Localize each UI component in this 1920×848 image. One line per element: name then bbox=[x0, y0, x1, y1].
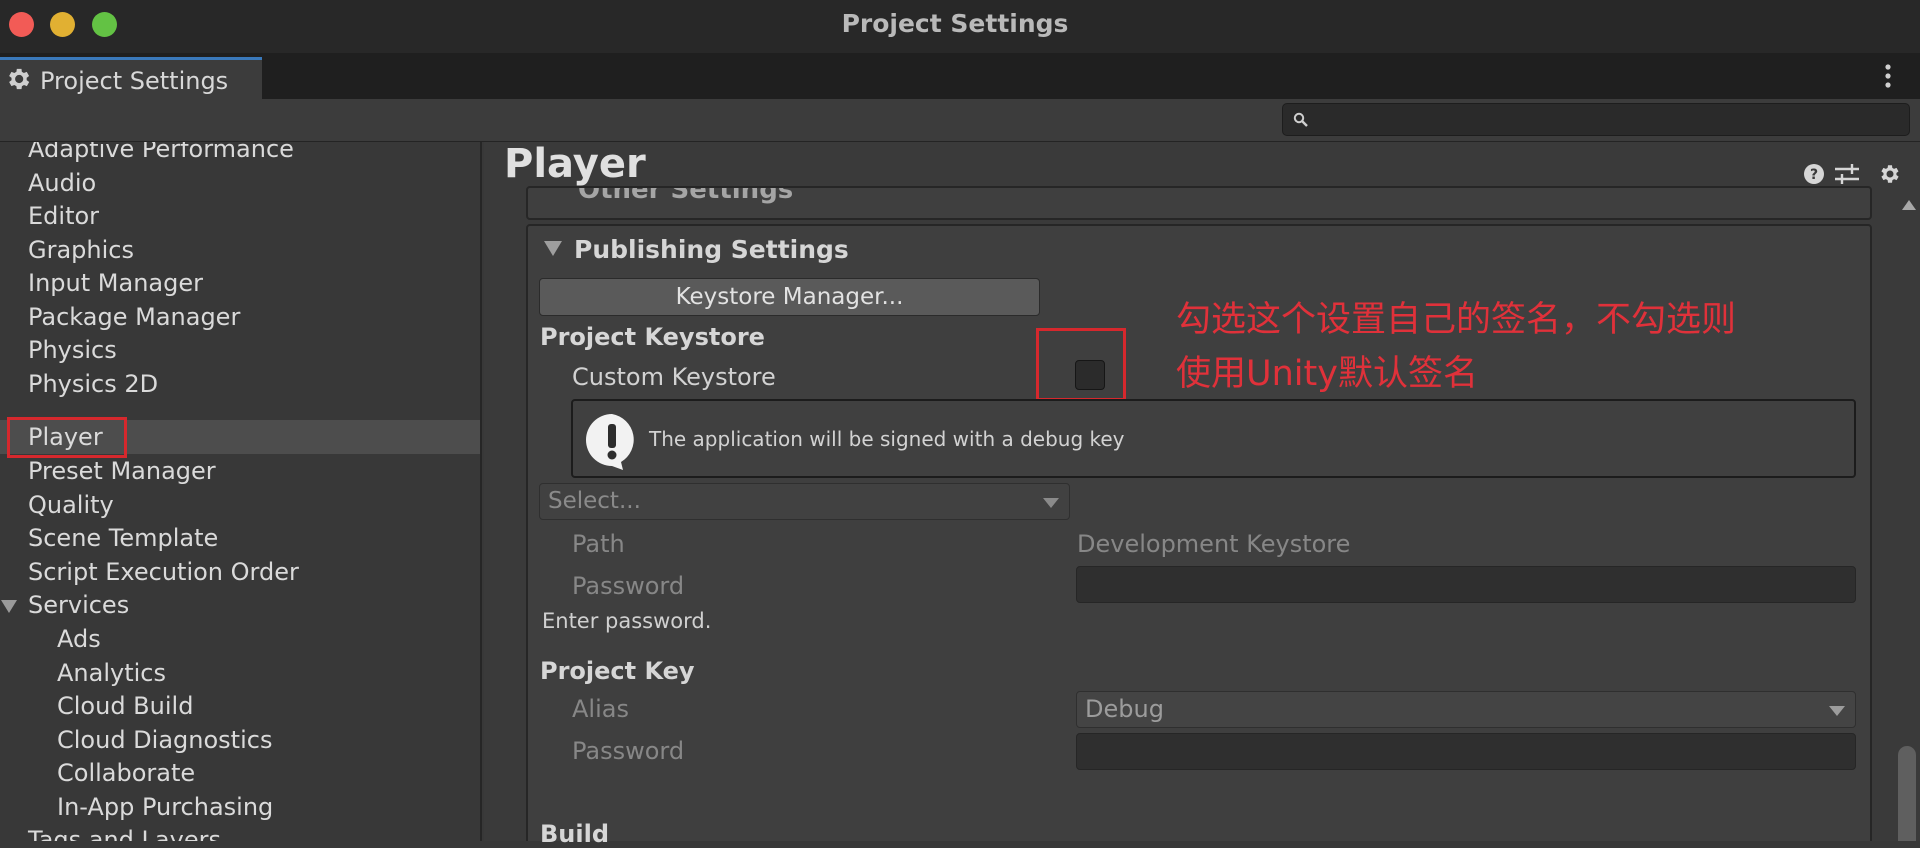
tab-bar: Project Settings bbox=[0, 53, 1920, 99]
sidebar-item-tags-and-layers[interactable]: Tags and Layers bbox=[0, 823, 480, 841]
password-hint: Enter password. bbox=[542, 609, 712, 633]
sidebar-item-label: Graphics bbox=[28, 236, 134, 264]
annotation-line-2: 使用Unity默认签名 bbox=[1176, 354, 1478, 394]
sidebar-item-label: Preset Manager bbox=[28, 457, 216, 485]
warning-info-icon bbox=[586, 414, 634, 470]
sidebar-item-adaptive-performance[interactable]: Adaptive Performance bbox=[0, 142, 480, 166]
gear-icon bbox=[9, 68, 30, 90]
sidebar-item-graphics[interactable]: Graphics bbox=[0, 233, 480, 267]
alias-label: Alias bbox=[572, 695, 629, 723]
sidebar-item-package-manager[interactable]: Package Manager bbox=[0, 300, 480, 334]
keystore-manager-button[interactable]: Keystore Manager... bbox=[539, 278, 1040, 316]
sidebar-item-preset-manager[interactable]: Preset Manager bbox=[0, 454, 480, 488]
sidebar-item-physics-2d[interactable]: Physics 2D bbox=[0, 367, 480, 401]
path-value: Development Keystore bbox=[1077, 530, 1351, 558]
sidebar-item-services[interactable]: Services bbox=[0, 588, 480, 622]
presets-icon[interactable] bbox=[1835, 164, 1859, 184]
sidebar-item-cloud-diagnostics[interactable]: Cloud Diagnostics bbox=[0, 723, 480, 757]
keystore-select-dropdown[interactable]: Select... bbox=[539, 483, 1070, 520]
scroll-up-arrow-icon[interactable] bbox=[1902, 200, 1916, 210]
custom-keystore-label: Custom Keystore bbox=[572, 363, 776, 391]
settings-icon[interactable] bbox=[1881, 165, 1899, 183]
sidebar-item-label: Adaptive Performance bbox=[28, 142, 294, 163]
sidebar-item-label: Collaborate bbox=[57, 759, 196, 787]
scrollbar-thumb[interactable] bbox=[1898, 746, 1916, 841]
svg-text:?: ? bbox=[1810, 167, 1818, 183]
sidebar-item-label: Package Manager bbox=[28, 303, 241, 331]
sidebar-item-label: Services bbox=[28, 591, 130, 619]
sidebar-item-label: Editor bbox=[28, 202, 100, 230]
sidebar-item-label: Ads bbox=[57, 625, 101, 653]
sidebar-item-input-manager[interactable]: Input Manager bbox=[0, 266, 480, 300]
key-password-field[interactable] bbox=[1076, 733, 1856, 770]
sidebar-item-label: Physics bbox=[28, 336, 117, 364]
sidebar-item-label: Cloud Build bbox=[57, 692, 194, 720]
build-heading: Build bbox=[540, 820, 610, 848]
sidebar-item-label: Scene Template bbox=[28, 524, 219, 552]
sidebar-item-label: Analytics bbox=[57, 659, 166, 687]
alias-value: Debug bbox=[1085, 695, 1164, 723]
project-key-heading: Project Key bbox=[540, 657, 695, 685]
help-icon[interactable]: ? bbox=[1804, 164, 1824, 184]
search-icon bbox=[1293, 112, 1308, 127]
keystore-password-field[interactable] bbox=[1076, 566, 1856, 603]
title-bar: Project Settings bbox=[0, 0, 1920, 53]
dropdown-arrow-icon bbox=[1829, 706, 1845, 716]
window-title: Project Settings bbox=[841, 9, 1069, 38]
sidebar-item-script-execution-order[interactable]: Script Execution Order bbox=[0, 555, 480, 589]
key-password-label: Password bbox=[572, 737, 685, 765]
highlight-box-checkbox bbox=[1036, 328, 1126, 401]
sidebar-item-editor[interactable]: Editor bbox=[0, 199, 480, 233]
sidebar-item-quality[interactable]: Quality bbox=[0, 488, 480, 522]
alias-dropdown[interactable]: Debug bbox=[1076, 691, 1856, 728]
select-placeholder: Select... bbox=[548, 488, 641, 514]
tab-project-settings[interactable]: Project Settings bbox=[0, 57, 262, 99]
sidebar-item-ads[interactable]: Ads bbox=[0, 622, 480, 656]
vertical-scrollbar[interactable] bbox=[1896, 192, 1920, 841]
header-icons: ? bbox=[1804, 164, 1899, 184]
info-message: The application will be signed with a de… bbox=[649, 427, 1125, 451]
more-options-icon[interactable] bbox=[1884, 63, 1892, 89]
keystore-password-label: Password bbox=[572, 572, 685, 600]
sidebar-item-analytics[interactable]: Analytics bbox=[0, 656, 480, 690]
expand-triangle-icon[interactable] bbox=[1, 600, 17, 613]
sidebar-item-label: Quality bbox=[28, 491, 114, 519]
sidebar-item-collaborate[interactable]: Collaborate bbox=[0, 756, 480, 790]
sidebar: Adaptive Performance Audio Editor Graphi… bbox=[0, 142, 482, 841]
sidebar-item-label: Input Manager bbox=[28, 269, 203, 297]
path-label: Path bbox=[572, 530, 625, 558]
search-input[interactable] bbox=[1282, 103, 1910, 136]
sidebar-item-in-app-purchasing[interactable]: In-App Purchasing bbox=[0, 790, 480, 824]
other-settings-foldout[interactable]: Other Settings bbox=[526, 186, 1872, 220]
annotation-note: 勾选这个设置自己的签名，不勾选则 使用Unity默认签名 bbox=[1176, 293, 1736, 401]
dropdown-arrow-icon bbox=[1043, 498, 1059, 508]
page-title: Player bbox=[504, 142, 646, 187]
sidebar-item-label: Physics 2D bbox=[28, 370, 159, 398]
tab-label: Project Settings bbox=[40, 67, 229, 95]
sidebar-item-label: In-App Purchasing bbox=[57, 793, 274, 821]
info-helpbox: The application will be signed with a de… bbox=[571, 399, 1856, 478]
sidebar-item-cloud-build[interactable]: Cloud Build bbox=[0, 689, 480, 723]
annotation-line-1: 勾选这个设置自己的签名，不勾选则 bbox=[1176, 300, 1737, 340]
sidebar-item-label: Tags and Layers bbox=[28, 826, 221, 841]
highlight-box-player bbox=[7, 417, 127, 458]
sidebar-item-scene-template[interactable]: Scene Template bbox=[0, 521, 480, 555]
sidebar-item-label: Script Execution Order bbox=[28, 558, 299, 586]
sidebar-item-label: Cloud Diagnostics bbox=[57, 726, 273, 754]
foldout-expanded-icon[interactable] bbox=[544, 241, 562, 256]
sidebar-item-physics[interactable]: Physics bbox=[0, 333, 480, 367]
sidebar-item-label: Audio bbox=[28, 169, 97, 197]
toolbar bbox=[0, 99, 1920, 142]
other-settings-label: Other Settings bbox=[578, 186, 794, 205]
publishing-settings-title[interactable]: Publishing Settings bbox=[574, 235, 849, 264]
sidebar-item-audio[interactable]: Audio bbox=[0, 166, 480, 200]
project-keystore-heading: Project Keystore bbox=[540, 323, 765, 351]
